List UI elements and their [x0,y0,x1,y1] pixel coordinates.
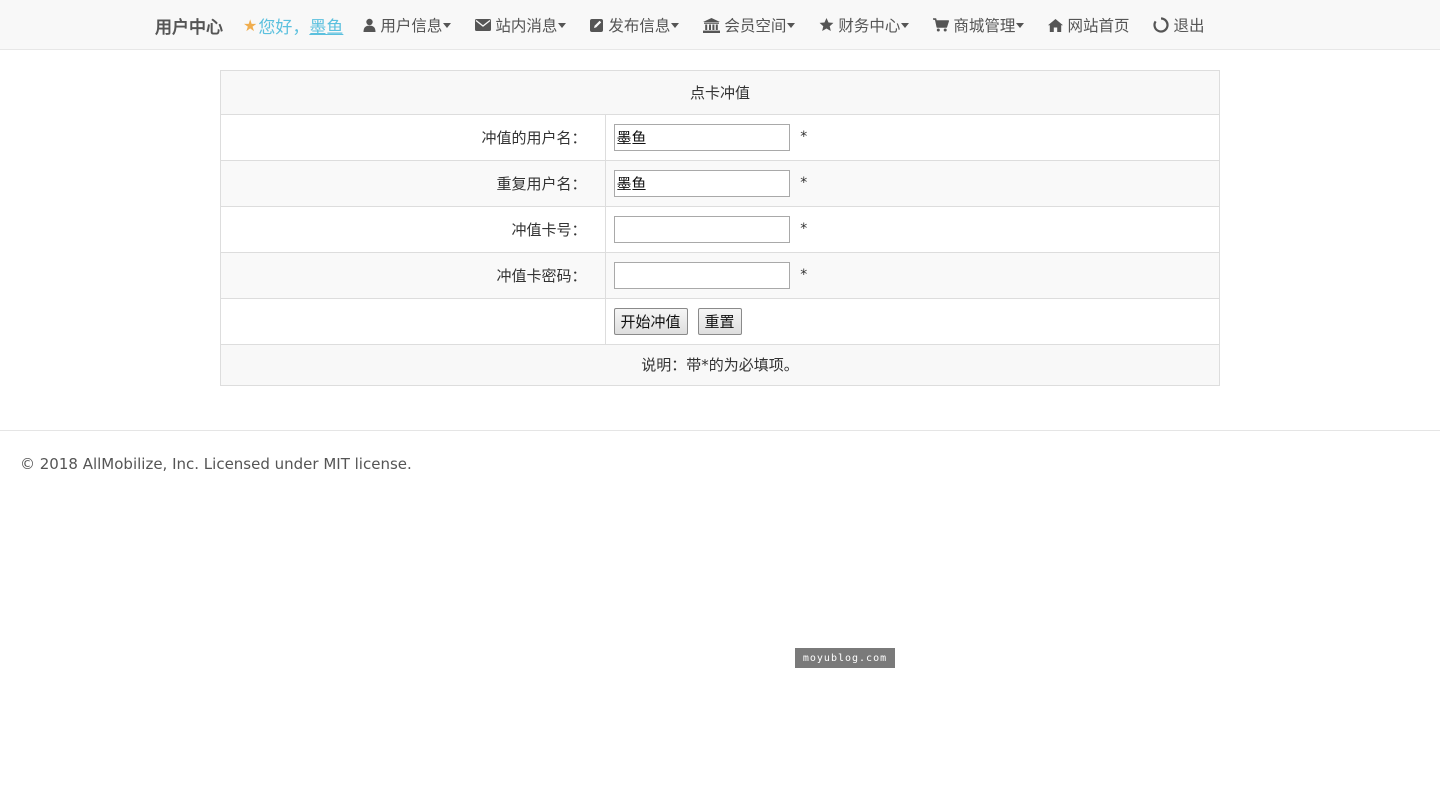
nav-shop-label: 商城管理 [953,17,1016,35]
chevron-down-icon [1016,22,1025,28]
form-row-repeat-username: 重复用户名： * [221,159,1219,206]
form-note: 说明：带*的为必填项。 [221,343,1219,385]
form-row-card-number: 冲值卡号： * [221,205,1219,252]
nav-publish[interactable]: 发布信息 [590,14,680,36]
form-row-actions: 开始冲值 重置 [221,297,1219,344]
label-repeat-username: 重复用户名： [221,159,606,206]
form-title-row: 点卡冲值 [221,71,1219,114]
nav-member-space-label: 会员空间 [724,17,787,35]
username-input[interactable] [613,123,790,151]
bank-icon [703,17,721,33]
footer: © 2018 AllMobilize, Inc. Licensed under … [0,430,1440,473]
label-username: 冲值的用户名： [221,113,606,160]
logout-icon [1153,17,1170,33]
card-password-input[interactable] [613,261,790,289]
chevron-down-icon [671,22,680,28]
reset-button[interactable]: 重置 [697,307,742,335]
greeting-prefix: 您好， [258,17,310,38]
star-icon [819,18,834,32]
recharge-form-panel: 点卡冲值 冲值的用户名： * 重复用户名： * 冲值卡号： * 冲值卡密码： [220,70,1220,386]
required-mark: * [800,267,808,283]
nav-user-info-label: 用户信息 [380,17,443,35]
footer-copyright: © 2018 AllMobilize, Inc. Licensed under … [20,455,412,473]
nav-logout[interactable]: 退出 [1153,14,1204,36]
label-card-password: 冲值卡密码： [221,251,606,298]
required-mark: * [800,129,808,145]
form-note-row: 说明：带*的为必填项。 [221,343,1219,385]
user-icon [363,18,376,32]
envelope-icon [475,19,492,31]
form-title: 点卡冲值 [221,71,1219,114]
card-number-input[interactable] [613,215,790,243]
required-mark: * [800,175,808,191]
star-icon: ★ [243,15,258,35]
brand-title[interactable]: 用户中心 [155,13,223,38]
nav-finance-label: 财务中心 [838,17,901,35]
nav-publish-label: 发布信息 [608,17,671,35]
chevron-down-icon [787,22,796,28]
username-link[interactable]: 墨鱼 [309,13,343,38]
chevron-down-icon [901,22,910,28]
nav-user-info[interactable]: 用户信息 [363,14,452,36]
nav-home[interactable]: 网站首页 [1048,14,1129,36]
submit-recharge-button[interactable]: 开始冲值 [613,307,688,335]
nav-member-space[interactable]: 会员空间 [703,14,796,36]
form-row-username: 冲值的用户名： * [221,113,1219,160]
home-icon [1048,18,1064,32]
nav-finance[interactable]: 财务中心 [819,14,910,36]
chevron-down-icon [443,22,452,28]
nav-shop[interactable]: 商城管理 [933,14,1025,36]
watermark: moyublog.com [795,648,895,668]
chevron-down-icon [558,22,567,28]
form-row-card-password: 冲值卡密码： * [221,251,1219,298]
nav-messages-label: 站内消息 [495,17,558,35]
nav-messages[interactable]: 站内消息 [475,14,567,36]
label-card-number: 冲值卡号： [221,205,606,252]
recharge-form-table: 点卡冲值 冲值的用户名： * 重复用户名： * 冲值卡号： * 冲值卡密码： [221,71,1219,385]
nav-logout-label: 退出 [1173,17,1205,35]
nav-home-label: 网站首页 [1067,17,1130,35]
cart-icon [933,18,950,32]
repeat-username-input[interactable] [613,169,790,197]
edit-icon [590,19,604,32]
greeting: ★ 您好， 墨鱼 [243,13,343,38]
top-navbar: 用户中心 ★ 您好， 墨鱼 用户信息 站内消息 发布信息 会员空间 财务中心 商… [0,0,1440,50]
required-mark: * [800,221,808,237]
